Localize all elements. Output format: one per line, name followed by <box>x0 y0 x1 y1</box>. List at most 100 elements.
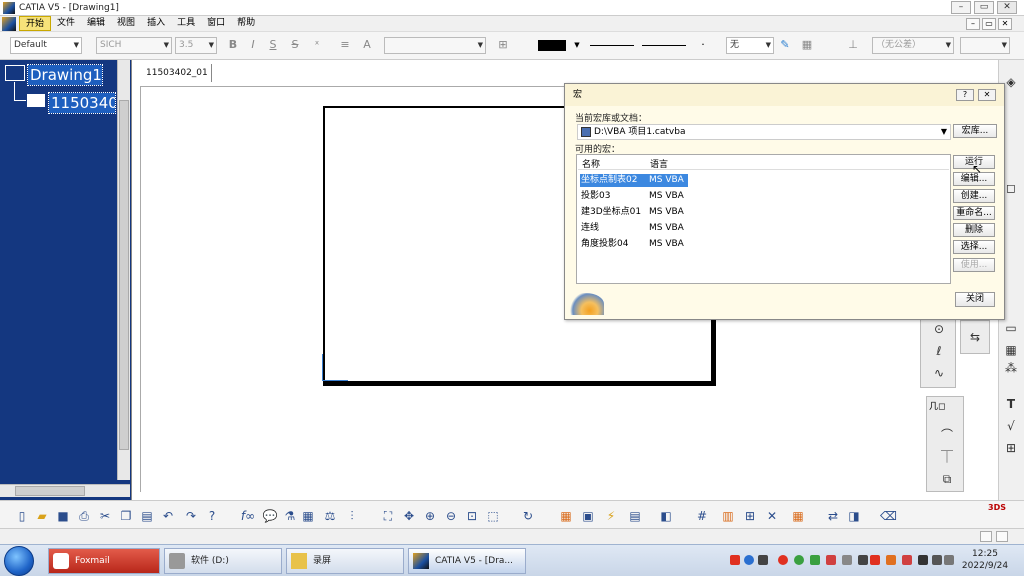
delete-button[interactable]: 删除 <box>953 223 995 237</box>
list-item[interactable]: 建3D坐标点01 MS VBA <box>580 206 688 219</box>
swap-icon[interactable]: ◨ <box>846 508 862 524</box>
calculator-icon[interactable]: ▦ <box>300 508 316 524</box>
task-recording-folder[interactable]: 录屏 <box>286 548 404 574</box>
menu-edit[interactable]: 编辑 <box>81 16 111 31</box>
menu-start[interactable]: 开始 <box>19 16 52 31</box>
tray-app-icon[interactable] <box>902 555 912 565</box>
minimize-button[interactable]: – <box>951 1 971 14</box>
transform-icon[interactable]: ⧉ <box>939 471 955 487</box>
undo-icon[interactable]: ↶ <box>160 508 176 524</box>
doc-minimize-button[interactable]: – <box>966 18 980 30</box>
network-icon[interactable] <box>932 555 942 565</box>
restore-button[interactable]: ▭ <box>974 1 994 14</box>
line-thickness-swatch[interactable] <box>590 45 634 46</box>
analysis-icon[interactable]: ▥ <box>720 508 736 524</box>
rename-button[interactable]: 重命名... <box>953 206 995 220</box>
curve-icon[interactable]: ℓ <box>931 343 947 359</box>
cut-icon[interactable]: ✂ <box>97 508 113 524</box>
save-icon[interactable]: ■ <box>55 508 71 524</box>
line-type-swatch[interactable] <box>642 45 686 46</box>
use-button[interactable]: 使用... <box>953 258 995 272</box>
view-icon[interactable]: ◧ <box>658 508 674 524</box>
windows-start-button[interactable] <box>4 546 34 576</box>
status-button[interactable] <box>996 531 1008 542</box>
wechat-icon[interactable] <box>794 555 804 565</box>
text-frame-icon[interactable]: A <box>360 38 374 52</box>
menu-help[interactable]: 帮助 <box>231 16 261 31</box>
menu-tools[interactable]: 工具 <box>171 16 201 31</box>
menu-file[interactable]: 文件 <box>51 16 81 31</box>
list-item[interactable]: 坐标点制表02 MS VBA <box>580 174 688 187</box>
task-foxmail[interactable]: Foxmail <box>48 548 160 574</box>
close-window-button[interactable]: ✕ <box>997 1 1017 14</box>
create-button[interactable]: 创建... <box>953 189 995 203</box>
filter-icon[interactable]: ⊞ <box>742 508 758 524</box>
help-tray-icon[interactable] <box>744 555 754 565</box>
formula-icon[interactable]: f∞ <box>240 508 256 524</box>
sheet-grid-icon[interactable]: ▦ <box>558 508 574 524</box>
drawing-tool-icon[interactable]: ◈ <box>1003 74 1019 90</box>
zoom-in-icon[interactable]: ⊕ <box>422 508 438 524</box>
refresh-icon[interactable]: ↻ <box>520 508 536 524</box>
tree-horizontal-scrollbar[interactable] <box>0 484 130 497</box>
tolerance-value-combo[interactable]: ▼ <box>960 37 1010 54</box>
corner-icon[interactable]: ⌒ <box>939 427 955 443</box>
position-icon[interactable]: ⇄ <box>825 508 841 524</box>
list-item[interactable]: 连线 MS VBA <box>580 222 688 235</box>
task-drive-d[interactable]: 软件 (D:) <box>164 548 282 574</box>
list-item[interactable]: 角度投影04 MS VBA <box>580 238 688 251</box>
print-icon[interactable]: ⎙ <box>76 508 92 524</box>
align-icon[interactable]: ≡ <box>338 38 352 52</box>
select-button[interactable]: 选择... <box>953 240 995 254</box>
doc-restore-button[interactable]: ▭ <box>982 18 996 30</box>
tray-app-icon[interactable] <box>870 555 880 565</box>
libraries-button[interactable]: 宏库... <box>953 124 997 138</box>
tray-app-icon[interactable] <box>758 555 768 565</box>
strikethrough-button[interactable]: S <box>288 38 302 52</box>
catia-menu-icon[interactable] <box>2 16 16 31</box>
measure-icon[interactable]: ⚖ <box>322 508 338 524</box>
paste-icon[interactable]: ▤ <box>139 508 155 524</box>
doc-close-button[interactable]: ✕ <box>998 18 1012 30</box>
underline-button[interactable]: S <box>266 38 280 52</box>
comment-icon[interactable]: 💬 <box>262 508 278 524</box>
anchor-point-icon[interactable]: ⊞ <box>496 38 510 52</box>
knowledge-icon[interactable]: ⚗ <box>282 508 298 524</box>
text-icon[interactable]: T <box>1003 396 1019 412</box>
coordinates-icon[interactable]: ⁂ <box>1003 360 1019 376</box>
constraint-icon[interactable]: ✕ <box>764 508 780 524</box>
tray-app-icon[interactable] <box>842 555 852 565</box>
spline-icon[interactable]: ∿ <box>931 365 947 381</box>
tray-app-icon[interactable] <box>810 555 820 565</box>
zoom-out-icon[interactable]: ⊖ <box>443 508 459 524</box>
font-combo[interactable]: SICH ▼ <box>96 37 172 54</box>
sheet-tab[interactable]: 11503402_01 <box>140 64 212 82</box>
tray-app-icon[interactable] <box>858 555 868 565</box>
tree-sheet-node[interactable]: 11503402_01 <box>48 92 116 114</box>
detail-sheet-icon[interactable]: ▤ <box>627 508 643 524</box>
tray-app-icon[interactable] <box>730 555 740 565</box>
dialog-close-x-button[interactable]: ✕ <box>978 89 996 101</box>
menu-window[interactable]: 窗口 <box>201 16 231 31</box>
font-size-combo[interactable]: 3.5 ▼ <box>175 37 217 54</box>
tolerance-combo[interactable]: （无公差） ▼ <box>872 37 954 54</box>
pan-icon[interactable]: ✥ <box>401 508 417 524</box>
redo-icon[interactable]: ↷ <box>183 508 199 524</box>
tree-root-drawing[interactable]: Drawing1 <box>27 64 103 86</box>
tree-vertical-scrollbar[interactable] <box>117 60 130 480</box>
roughness-icon[interactable]: √ <box>1003 418 1019 434</box>
chevron-down-icon[interactable]: ▼ <box>570 38 584 52</box>
scrollbar-thumb[interactable] <box>15 486 85 496</box>
fill-combo[interactable]: 无 ▼ <box>726 37 774 54</box>
dress-up-icon[interactable]: ⚡ <box>603 508 619 524</box>
tray-app-icon[interactable] <box>918 555 928 565</box>
close-button[interactable]: 关闭 <box>955 292 995 307</box>
parameters-icon[interactable]: ⫶ <box>344 508 360 524</box>
circle-icon[interactable]: ⊙ <box>931 321 947 337</box>
table-grid-icon[interactable]: ⊞ <box>1003 440 1019 456</box>
list-item[interactable]: 投影03 MS VBA <box>580 190 688 203</box>
open-folder-icon[interactable]: ▰ <box>34 508 50 524</box>
superscript-icon[interactable]: ˣ <box>310 38 324 52</box>
bold-button[interactable]: B <box>226 38 240 52</box>
generate-icon[interactable]: ▦ <box>790 508 806 524</box>
